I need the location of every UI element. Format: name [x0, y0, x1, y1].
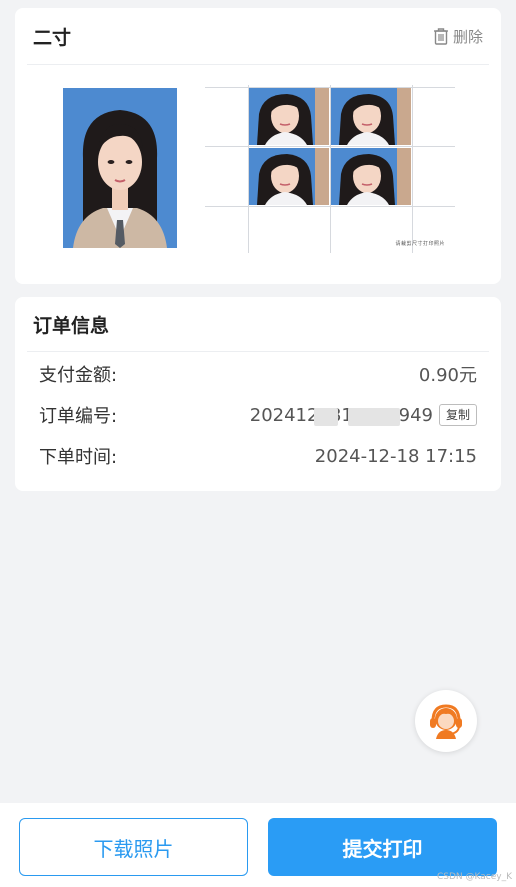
- redaction-mask: [313, 407, 338, 426]
- photo-preview-row: 请裁剪尺寸打印照片: [15, 65, 501, 284]
- customer-service-icon: [430, 704, 462, 739]
- redaction-mask: [347, 407, 400, 426]
- order-info-header: 订单信息: [15, 297, 501, 351]
- photo-thumbnail: [249, 88, 329, 145]
- bottom-action-bar: 下载照片 提交打印 CSDN @Kacey_K: [0, 803, 516, 887]
- divider: [27, 351, 489, 352]
- delete-button[interactable]: 删除: [432, 26, 483, 47]
- print-layout-sheet: 请裁剪尺寸打印照片: [205, 85, 455, 253]
- watermark: CSDN @Kacey_K: [437, 872, 512, 882]
- trash-icon: [433, 28, 448, 45]
- order-number-row: 订单编号: 2024121817150949 复制: [39, 400, 477, 430]
- photo-size-title: 二寸: [33, 26, 72, 49]
- order-time-row: 下单时间: 2024-12-18 17:15: [39, 441, 477, 471]
- cut-guide: [205, 206, 455, 207]
- customer-service-button[interactable]: [415, 690, 477, 752]
- delete-label: 删除: [452, 27, 483, 46]
- order-number-text: 2024121817150949: [249, 404, 433, 426]
- photo-card-header: 二寸 删除: [15, 8, 501, 64]
- copy-button[interactable]: 复制: [438, 404, 477, 426]
- photo-thumbnail: [249, 148, 329, 205]
- sheet-note: 请裁剪尺寸打印照片: [395, 241, 445, 247]
- order-number-value: 2024121817150949: [250, 405, 433, 426]
- order-time-label: 下单时间:: [39, 447, 118, 468]
- download-photo-button[interactable]: 下载照片: [19, 818, 248, 876]
- payment-amount-value: 0.90元: [418, 365, 477, 386]
- order-number-group: 2024121817150949 复制: [250, 404, 477, 426]
- photo-thumbnail: [331, 148, 411, 205]
- submit-print-button[interactable]: 提交打印: [268, 818, 497, 876]
- photo-thumbnail: [331, 88, 411, 145]
- cut-guide: [412, 85, 413, 253]
- order-time-value: 2024-12-18 17:15: [314, 445, 477, 467]
- payment-amount-row: 支付金额: 0.90元: [39, 359, 477, 389]
- order-info-title: 订单信息: [33, 314, 110, 337]
- cut-guide: [205, 87, 455, 88]
- order-info-card: 订单信息 支付金额: 0.90元 订单编号: 2024121817150949 …: [15, 297, 501, 491]
- photo-card: 二寸 删除 请裁剪尺寸打印照片: [15, 8, 501, 284]
- order-number-label: 订单编号:: [39, 406, 118, 427]
- id-photo: [63, 88, 177, 248]
- cut-guide: [205, 146, 455, 147]
- payment-amount-label: 支付金额:: [39, 365, 118, 386]
